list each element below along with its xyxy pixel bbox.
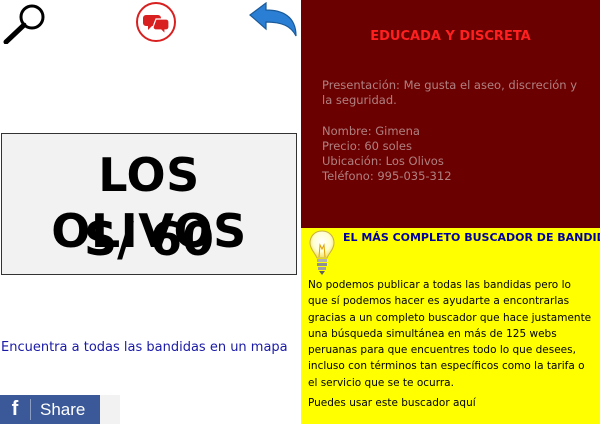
promo-footer[interactable]: Puedes usar este buscador aquí [308,395,594,411]
search-icon[interactable] [2,2,48,44]
profile-price: Precio: 60 soles [322,139,412,153]
chat-icon[interactable] [134,0,178,44]
profile-name: Nombre: Gimena [322,124,420,138]
facebook-share-button[interactable]: f Share [0,395,100,424]
listing-price: S/ 60 [84,212,214,266]
profile-fields: Nombre: Gimena Precio: 60 soles Ubicació… [322,124,582,184]
left-panel: LOS OLIVOS S/ 60 Encuentra a todas las b… [0,0,300,424]
share-label: Share [40,400,86,419]
profile-panel: EDUCADA Y DISCRETA Presentación: Me gust… [301,0,600,228]
listing-price-box[interactable]: LOS OLIVOS S/ 60 [1,133,297,275]
share-widget: f Share [0,395,120,424]
promo-panel: EL MÁS COMPLETO BUSCADOR DE BANDIDAS No … [301,228,600,424]
lightbulb-icon [309,230,335,275]
back-icon[interactable] [248,2,298,40]
promo-title: EL MÁS COMPLETO BUSCADOR DE BANDIDAS [343,231,600,244]
profile-intro: Presentación: Me gusta el aseo, discreci… [322,78,578,107]
profile-title: EDUCADA Y DISCRETA [370,29,531,44]
facebook-icon: f [11,398,19,420]
profile-location: Ubicación: Los Olivos [322,154,444,168]
promo-text: No podemos publicar a todas las bandidas… [308,279,592,389]
map-link[interactable]: Encuentra a todas las bandidas en un map… [1,340,299,355]
profile-phone[interactable]: Teléfono: 995-035-312 [322,169,582,184]
